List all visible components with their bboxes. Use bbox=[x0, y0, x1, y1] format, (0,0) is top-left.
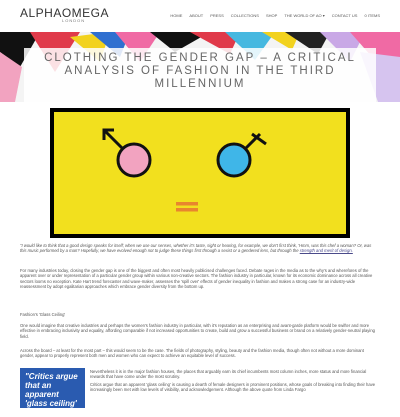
equals-icon bbox=[176, 202, 198, 212]
nav-item-contact[interactable]: CONTACT US bbox=[332, 13, 358, 18]
paragraph-4: Nevertheless it is in the major fashion … bbox=[90, 369, 367, 380]
section-subheading: Fashion's 'Glass Ceiling' bbox=[20, 312, 66, 317]
nav-item-home[interactable]: HOME bbox=[170, 13, 182, 18]
main-nav: HOME ABOUT PRESS COLLECTIONS SHOP THE WO… bbox=[170, 13, 380, 18]
paragraph-5: Critics argue that an apparent 'glass ce… bbox=[90, 382, 376, 393]
site-header: ALPHAOMEGA LONDON HOME ABOUT PRESS COLLE… bbox=[0, 0, 400, 32]
paragraph-2: One would imagine that creative industri… bbox=[20, 323, 375, 339]
nav-item-shop[interactable]: SHOP bbox=[266, 13, 277, 18]
feature-image bbox=[50, 108, 350, 238]
nav-item-about[interactable]: ABOUT bbox=[189, 13, 203, 18]
page-title: CLOTHING THE GENDER GAP – A CRITICAL ANA… bbox=[44, 52, 356, 90]
paragraph-3: Across the board – at least for the most… bbox=[20, 348, 364, 359]
nav-item-world[interactable]: THE WORLD OF AO ▾ bbox=[284, 13, 324, 18]
nav-item-collections[interactable]: COLLECTIONS bbox=[231, 13, 259, 18]
pull-quote: "Critics argue that an apparent 'glass c… bbox=[20, 368, 85, 417]
female-male-left-icon bbox=[102, 128, 152, 178]
paragraph-intro: For many industries today, closing the g… bbox=[20, 268, 373, 290]
feature-image-panel bbox=[54, 112, 346, 234]
nav-item-cart[interactable]: 0 ITEMS bbox=[364, 13, 380, 18]
image-caption: "I would like to think that a good desig… bbox=[20, 243, 378, 254]
gender-symbols-illustration bbox=[102, 128, 267, 212]
caption-link[interactable]: strength and merit of design. bbox=[300, 248, 353, 253]
female-male-right-icon bbox=[216, 132, 267, 178]
nav-item-press[interactable]: PRESS bbox=[210, 13, 224, 18]
site-logo-sub: LONDON bbox=[62, 18, 86, 23]
